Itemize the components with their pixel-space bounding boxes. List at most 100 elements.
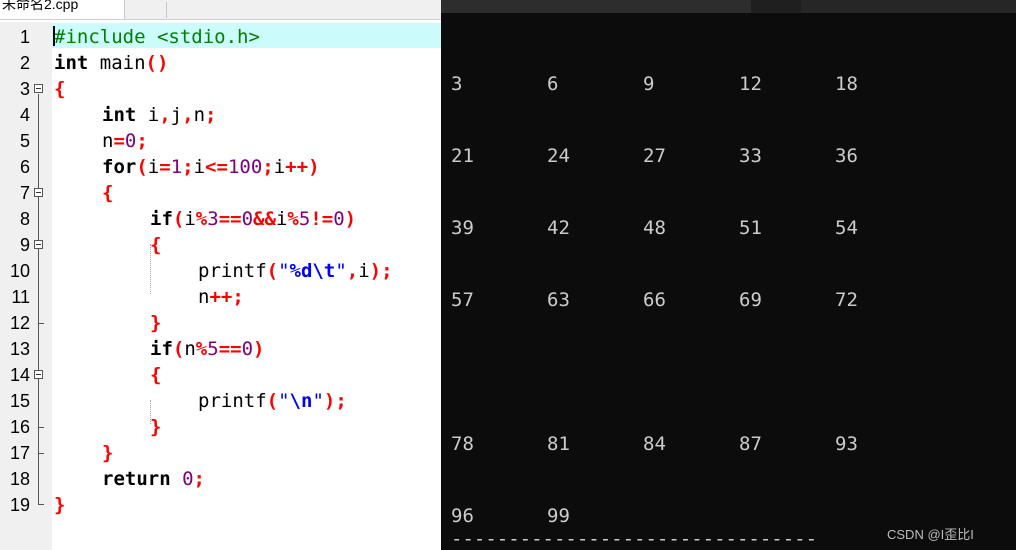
code-token: ) bbox=[344, 208, 357, 230]
text-cursor bbox=[53, 26, 55, 46]
line-number: 18 bbox=[9, 469, 30, 489]
code-line-15: printf("\n"); bbox=[198, 388, 347, 414]
line-number: 2 bbox=[19, 53, 30, 73]
code-token: ; bbox=[136, 130, 148, 152]
console-tab[interactable] bbox=[441, 0, 751, 13]
code-token: i bbox=[275, 208, 288, 230]
console-window[interactable]: 3 6 9 12 18 21 24 27 33 36 39 42 48 51 5… bbox=[441, 0, 1016, 550]
line-number: 3 bbox=[19, 79, 30, 99]
output-value: 36 bbox=[835, 145, 858, 167]
line-number: 13 bbox=[9, 339, 30, 359]
output-value: 99 bbox=[547, 505, 570, 527]
line-number: 16 bbox=[9, 417, 30, 437]
output-value: 69 bbox=[739, 289, 762, 311]
fold-end-marker bbox=[38, 323, 44, 324]
code-token: } bbox=[150, 312, 162, 334]
code-token: == bbox=[218, 208, 242, 230]
code-token: ( bbox=[172, 338, 185, 360]
fold-collapse-icon[interactable] bbox=[34, 188, 43, 197]
line-number: 6 bbox=[19, 157, 30, 177]
code-token: && bbox=[253, 208, 276, 230]
fold-collapse-icon[interactable] bbox=[34, 370, 43, 379]
code-line-17: } bbox=[102, 440, 113, 466]
output-value: 18 bbox=[835, 73, 858, 95]
code-token: ; bbox=[182, 156, 194, 178]
code-token: = bbox=[159, 156, 171, 178]
code-line-13: if(n%5==0) bbox=[150, 336, 265, 362]
code-token: ; bbox=[193, 468, 205, 490]
tab-separator bbox=[166, 2, 167, 18]
code-editor[interactable]: 未命名2.cpp 1 2 3 4 5 6 7 8 9 10 11 12 13 1… bbox=[0, 0, 441, 550]
line-number: 4 bbox=[19, 105, 30, 125]
code-token: " bbox=[278, 390, 290, 412]
code-token: ); bbox=[323, 390, 347, 412]
code-token: % bbox=[195, 338, 208, 360]
editor-tab-bar: 未命名2.cpp bbox=[0, 0, 441, 20]
code-token: } bbox=[150, 416, 162, 438]
line-number: 8 bbox=[19, 209, 30, 229]
output-value: 72 bbox=[835, 289, 858, 311]
fold-end-marker bbox=[38, 427, 44, 428]
code-line-1: #include <stdio.h> bbox=[54, 24, 260, 50]
code-token: for bbox=[102, 156, 137, 178]
file-tab[interactable]: 未命名2.cpp bbox=[0, 0, 125, 19]
code-token: { bbox=[102, 182, 114, 204]
code-line-7: { bbox=[102, 180, 113, 206]
code-token: i bbox=[136, 104, 160, 126]
output-value: 51 bbox=[739, 217, 762, 239]
output-value: 3 bbox=[451, 73, 463, 95]
file-tab-label: 未命名2.cpp bbox=[2, 0, 79, 12]
code-token: ); bbox=[369, 260, 393, 282]
output-value: 27 bbox=[643, 145, 666, 167]
code-token: i bbox=[193, 156, 206, 178]
code-token: i bbox=[184, 208, 196, 230]
code-token: ) bbox=[308, 156, 320, 178]
line-number: 9 bbox=[19, 235, 30, 255]
code-token: 3 bbox=[207, 208, 219, 230]
code-token: == bbox=[218, 338, 242, 360]
code-token: 0 bbox=[124, 130, 137, 152]
output-separator: -------------------------------- bbox=[451, 528, 818, 550]
code-token: ( bbox=[136, 156, 148, 178]
code-token: if bbox=[150, 338, 173, 360]
code-token: ++; bbox=[209, 286, 244, 308]
code-line-12: } bbox=[150, 310, 161, 336]
code-line-16: } bbox=[150, 414, 161, 440]
fold-collapse-icon[interactable] bbox=[34, 240, 43, 249]
line-number: 5 bbox=[19, 131, 30, 151]
line-number: 14 bbox=[9, 365, 30, 385]
code-token: != bbox=[310, 208, 334, 230]
code-token: 5 bbox=[298, 208, 311, 230]
code-token: 1 bbox=[170, 156, 183, 178]
output-value: 54 bbox=[835, 217, 858, 239]
fold-collapse-icon[interactable] bbox=[34, 84, 43, 93]
code-line-3: { bbox=[54, 76, 65, 102]
line-number: 15 bbox=[9, 391, 30, 411]
code-token: n bbox=[198, 286, 210, 308]
code-token: % bbox=[287, 208, 299, 230]
code-token: % bbox=[195, 208, 208, 230]
code-token: } bbox=[54, 494, 66, 516]
output-value: 6 bbox=[547, 73, 559, 95]
code-token: " bbox=[278, 260, 290, 282]
code-line-18: return 0; bbox=[102, 466, 205, 492]
code-area[interactable]: #include <stdio.h> int main() { int i,j,… bbox=[52, 22, 441, 550]
code-token: int bbox=[54, 52, 89, 74]
code-token: { bbox=[54, 78, 66, 100]
code-token: 0 bbox=[333, 208, 345, 230]
output-value: 78 bbox=[451, 433, 474, 455]
code-token: printf bbox=[198, 390, 267, 412]
output-value: 87 bbox=[739, 433, 762, 455]
fold-end-marker bbox=[38, 453, 44, 454]
code-token: , bbox=[182, 104, 194, 126]
line-number: 11 bbox=[11, 287, 30, 307]
code-token: i bbox=[358, 260, 370, 282]
code-token: n bbox=[193, 104, 206, 126]
output-value: 12 bbox=[739, 73, 762, 95]
code-line-19: } bbox=[54, 492, 65, 518]
output-value: 42 bbox=[547, 217, 570, 239]
code-token: = bbox=[113, 130, 125, 152]
code-token: () bbox=[145, 52, 169, 74]
output-value: 93 bbox=[835, 433, 858, 455]
code-token: ++ bbox=[285, 156, 309, 178]
